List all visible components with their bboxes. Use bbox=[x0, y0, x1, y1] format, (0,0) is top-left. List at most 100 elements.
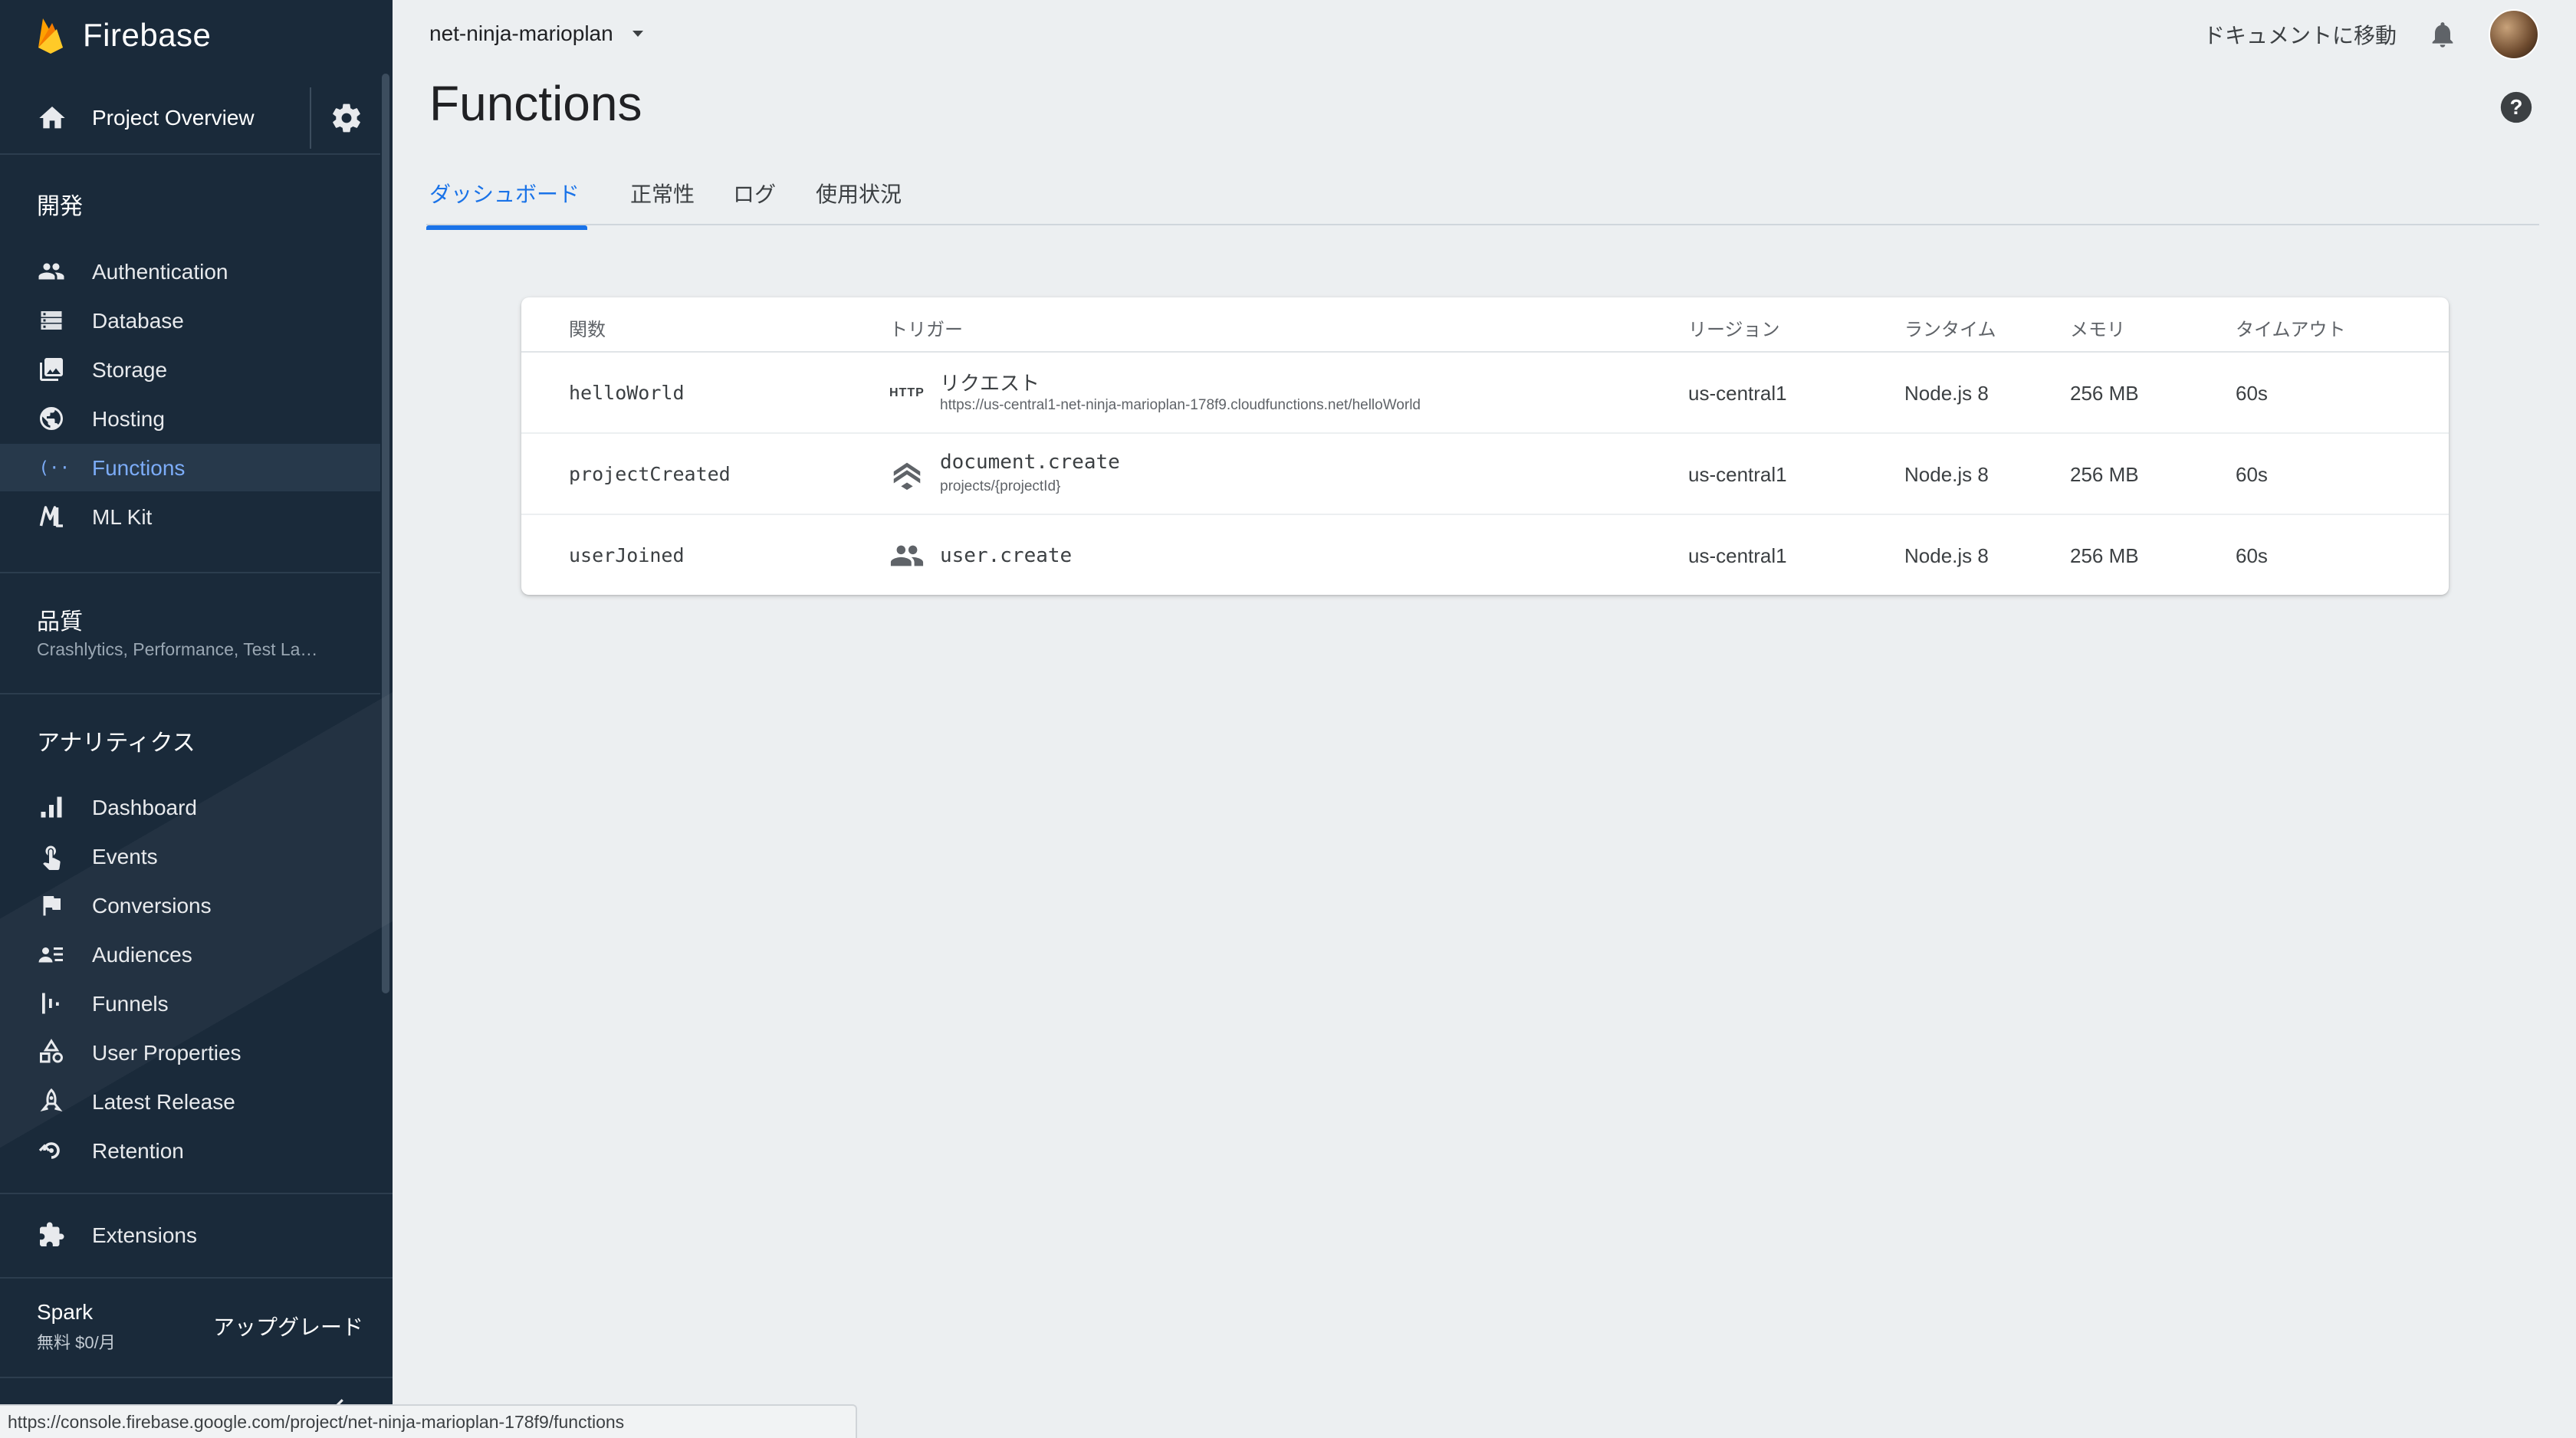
svg-text:(··): (··) bbox=[39, 458, 67, 478]
docs-link[interactable]: ドキュメントに移動 bbox=[2203, 19, 2397, 50]
tab-label: 正常性 bbox=[630, 182, 695, 206]
plan-area: Spark 無料 $0/月 アップグレード bbox=[0, 1277, 393, 1377]
table-row[interactable]: projectCreated document.create projects/… bbox=[521, 434, 2449, 515]
project-overview: Project Overview bbox=[0, 84, 380, 155]
section-develop[interactable]: 開発 bbox=[37, 187, 83, 221]
tab-bar: ダッシュボード 正常性 ログ 使用状況 bbox=[426, 170, 2539, 230]
sidebar-item-label: Database bbox=[92, 309, 184, 333]
tab-health[interactable]: 正常性 bbox=[627, 178, 698, 224]
memory: 256 MB bbox=[2070, 544, 2139, 567]
region: us-central1 bbox=[1688, 463, 1787, 486]
sidebar-item-storage[interactable]: Storage bbox=[0, 346, 380, 393]
people-icon bbox=[38, 263, 64, 280]
sidebar-item-label: Conversions bbox=[92, 894, 212, 918]
sidebar-item-label: Events bbox=[92, 845, 158, 868]
sidebar-item-database[interactable]: Database bbox=[0, 297, 380, 344]
tab-label: ログ bbox=[733, 182, 777, 206]
main-content: net-ninja-marioplan ドキュメントに移動 Functions … bbox=[393, 0, 2576, 1438]
project-name: net-ninja-marioplan bbox=[429, 21, 613, 45]
shapes-icon bbox=[40, 1039, 63, 1063]
functions-table: 関数 トリガー リージョン ランタイム メモリ タイムアウト helloWorl… bbox=[521, 297, 2449, 595]
column-header-runtime: ランタイム bbox=[1904, 320, 1996, 340]
sidebar-item-extensions[interactable]: Extensions bbox=[0, 1211, 380, 1259]
sidebar-item-label: Functions bbox=[92, 456, 186, 480]
flag-icon bbox=[43, 896, 61, 916]
sidebar-item-events[interactable]: Events bbox=[0, 832, 380, 880]
avatar[interactable] bbox=[2489, 9, 2539, 60]
column-header-trigger: トリガー bbox=[889, 320, 963, 340]
sidebar-item-retention[interactable]: Retention bbox=[0, 1127, 380, 1174]
firebase-flame-icon bbox=[38, 18, 63, 54]
section-quality[interactable]: 品質 bbox=[37, 602, 83, 636]
memory: 256 MB bbox=[2070, 463, 2139, 486]
sidebar-item-user-properties[interactable]: User Properties bbox=[0, 1029, 380, 1076]
table-header: 関数 トリガー リージョン ランタイム メモリ タイムアウト bbox=[521, 297, 2449, 353]
tab-usage[interactable]: 使用状況 bbox=[813, 178, 905, 224]
project-selector[interactable]: net-ninja-marioplan bbox=[429, 21, 647, 46]
sidebar-item-audiences[interactable]: Audiences bbox=[0, 931, 380, 978]
tab-active-indicator bbox=[426, 225, 587, 230]
audiences-icon bbox=[38, 947, 63, 963]
project-overview-link[interactable]: Project Overview bbox=[92, 106, 255, 130]
sidebar-item-ml-kit[interactable]: ML Kit bbox=[0, 493, 380, 540]
sidebar-item-label: Retention bbox=[92, 1139, 184, 1163]
function-name: userJoined bbox=[569, 544, 685, 566]
firebase-logo[interactable]: Firebase bbox=[35, 12, 211, 58]
function-name: helloWorld bbox=[569, 382, 685, 404]
sidebar-item-authentication[interactable]: Authentication bbox=[0, 248, 380, 295]
functions-icon: (··) bbox=[39, 458, 67, 478]
table-row[interactable]: helloWorld HTTP リクエスト https://us-central… bbox=[521, 353, 2449, 434]
trigger-detail[interactable]: https://us-central1-net-ninja-marioplan-… bbox=[940, 397, 1421, 414]
bell-icon[interactable] bbox=[2427, 19, 2458, 50]
table-row[interactable]: userJoined user.create us-central1 Node.… bbox=[521, 515, 2449, 596]
sidebar-item-hosting[interactable]: Hosting bbox=[0, 395, 380, 442]
help-icon[interactable]: ? bbox=[2499, 90, 2533, 124]
globe-icon bbox=[40, 407, 63, 430]
runtime: Node.js 8 bbox=[1904, 463, 1989, 486]
rocket-icon bbox=[40, 1088, 63, 1112]
upgrade-button[interactable]: アップグレード bbox=[213, 1311, 363, 1341]
sidebar-item-label: Dashboard bbox=[92, 796, 197, 819]
region: us-central1 bbox=[1688, 382, 1787, 405]
sidebar-item-conversions[interactable]: Conversions bbox=[0, 882, 380, 929]
page-title: Functions bbox=[429, 76, 642, 131]
sidebar-item-label: Latest Release bbox=[92, 1090, 235, 1114]
tab-label: ダッシュボード bbox=[429, 182, 580, 206]
funnel-icon bbox=[42, 993, 59, 1014]
status-bar-url: https://console.firebase.google.com/proj… bbox=[0, 1404, 857, 1438]
bar-chart-icon bbox=[41, 796, 62, 818]
region: us-central1 bbox=[1688, 544, 1787, 567]
column-header-function: 関数 bbox=[569, 320, 606, 340]
memory: 256 MB bbox=[2070, 382, 2139, 405]
gear-icon[interactable] bbox=[330, 101, 363, 135]
extensions-icon bbox=[40, 1222, 64, 1246]
touch-icon bbox=[43, 845, 61, 870]
sidebar-item-label: Storage bbox=[92, 358, 168, 382]
firestore-icon bbox=[893, 462, 921, 491]
sidebar-scrollbar[interactable] bbox=[382, 74, 389, 993]
plan-name: Spark bbox=[37, 1300, 94, 1324]
image-icon bbox=[40, 358, 63, 381]
sidebar-item-functions[interactable]: (··) Functions bbox=[0, 444, 380, 491]
database-icon bbox=[41, 311, 62, 330]
trigger-name: user.create bbox=[940, 544, 1073, 567]
home-icon[interactable] bbox=[37, 103, 67, 133]
sidebar-item-latest-release[interactable]: Latest Release bbox=[0, 1078, 380, 1125]
sidebar-item-funnels[interactable]: Funnels bbox=[0, 980, 380, 1027]
tab-logs[interactable]: ログ bbox=[730, 178, 779, 224]
sidebar-item-label: User Properties bbox=[92, 1041, 242, 1065]
ml-kit-icon bbox=[39, 506, 63, 527]
trigger-name: document.create bbox=[940, 451, 1120, 474]
brand-name: Firebase bbox=[83, 17, 212, 53]
retention-icon bbox=[38, 1142, 60, 1159]
runtime: Node.js 8 bbox=[1904, 382, 1989, 405]
timeout: 60s bbox=[2236, 463, 2268, 486]
people-icon bbox=[890, 545, 924, 566]
trigger-name: リクエスト bbox=[940, 372, 1040, 395]
column-header-timeout: タイムアウト bbox=[2236, 320, 2346, 340]
sidebar-item-dashboard[interactable]: Dashboard bbox=[0, 783, 380, 831]
sidebar-separator bbox=[0, 572, 380, 573]
section-analytics[interactable]: アナリティクス bbox=[37, 724, 196, 757]
timeout: 60s bbox=[2236, 544, 2268, 567]
tab-dashboard[interactable]: ダッシュボード bbox=[426, 178, 587, 230]
